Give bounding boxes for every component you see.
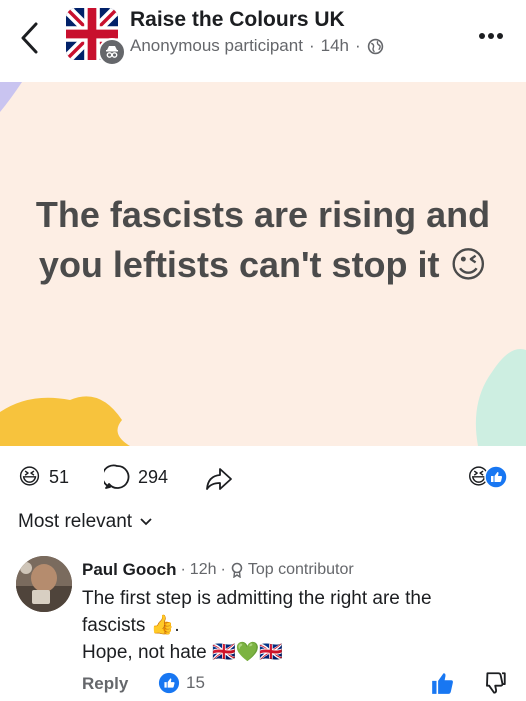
reactions-count[interactable]: 😆 51	[18, 464, 69, 490]
like-count-label: 15	[186, 673, 205, 692]
uk-flag-emoji: 🇬🇧	[259, 642, 283, 663]
comments-count[interactable]: 294	[104, 464, 168, 490]
comment-count-label: 294	[138, 466, 169, 487]
anonymous-icon	[98, 38, 126, 66]
back-icon[interactable]	[18, 20, 42, 56]
chevron-down-icon	[140, 518, 152, 526]
comment-text: fascists	[82, 615, 146, 636]
reaction-bar: 😆 51 294 😆	[0, 446, 526, 508]
group-avatar[interactable]	[66, 8, 126, 66]
comment-icon	[104, 464, 130, 489]
separator: ·	[354, 36, 361, 55]
separator: ·	[308, 36, 315, 55]
comment-text: Hope, not hate	[82, 642, 207, 663]
group-name[interactable]: Raise the Colours UK	[130, 8, 345, 32]
more-icon[interactable]	[478, 32, 504, 40]
sort-label: Most relevant	[18, 511, 133, 532]
comment-line-2: fascists 👍.	[82, 612, 432, 639]
post-time[interactable]: 14h	[321, 36, 349, 56]
top-contributor-badge[interactable]: Top contributor	[248, 561, 354, 579]
post-meta: Anonymous participant · 14h ·	[130, 36, 384, 56]
share-icon[interactable]	[205, 466, 233, 492]
comment-line-3: Hope, not hate 🇬🇧💚🇬🇧	[82, 639, 432, 666]
post-text-content: The fascists are rising and you leftists…	[35, 194, 491, 285]
separator: ·	[220, 561, 226, 578]
post-background[interactable]: The fascists are rising and you leftists…	[0, 82, 526, 446]
like-reaction-icon	[158, 672, 180, 694]
laugh-reaction-icon: 😆	[18, 464, 41, 489]
comment-line-1: The first step is admitting the right ar…	[82, 588, 432, 609]
reply-button[interactable]: Reply	[82, 674, 128, 694]
like-reaction-icon	[484, 465, 508, 489]
post-header: Raise the Colours UK Anonymous participa…	[0, 0, 526, 82]
comment-header: Paul Gooch · 12h · Top contributor	[82, 560, 354, 580]
commenter-name[interactable]: Paul Gooch	[82, 560, 176, 580]
thumbs-up-icon[interactable]	[430, 670, 456, 696]
author-label[interactable]: Anonymous participant	[130, 36, 303, 56]
comment-time[interactable]: 12h	[190, 561, 217, 579]
globe-icon	[367, 38, 383, 54]
thumbs-up-emoji: 👍	[150, 615, 175, 636]
separator: ·	[180, 561, 186, 578]
comment-body: The first step is admitting the right ar…	[82, 585, 432, 666]
post-text: The fascists are rising and you leftists…	[0, 190, 526, 290]
top-contributor-icon	[231, 562, 243, 578]
green-heart-emoji: 💚	[235, 642, 260, 663]
commenter-avatar[interactable]	[16, 556, 72, 612]
react-buttons[interactable]: 😆	[467, 464, 508, 490]
winking-face-emoji: 😉	[449, 244, 488, 285]
reaction-count-label: 51	[48, 466, 69, 487]
comment-like-count[interactable]: 15	[158, 672, 205, 694]
uk-flag-emoji: 🇬🇧	[211, 642, 236, 663]
comment-actions: Reply 15	[82, 670, 522, 698]
comment-sort-dropdown[interactable]: Most relevant	[18, 511, 152, 533]
comment-text: .	[174, 615, 180, 636]
thumbs-down-icon[interactable]	[482, 670, 508, 696]
